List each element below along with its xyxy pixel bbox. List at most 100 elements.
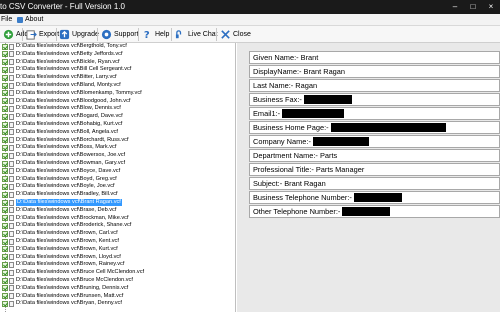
file-list-item[interactable]: D:\Data files\windows vcf\Bohabig, Kurt.… <box>2 121 122 128</box>
checkbox[interactable] <box>2 277 8 284</box>
checkbox[interactable] <box>2 113 8 120</box>
file-list-item[interactable]: D:\Data files\windows vcf\Brase, Deb.vcf <box>2 207 116 214</box>
minimize-icon[interactable]: – <box>446 0 464 14</box>
file-list-item-label: D:\Data files\windows vcf\Brown, Kurt.vc… <box>16 245 118 252</box>
file-list-item[interactable]: D:\Data files\windows vcf\Brockman, Mike… <box>2 215 129 222</box>
checkbox[interactable] <box>2 137 8 144</box>
file-list-item[interactable]: D:\Data files\windows vcf\Bryan, Denny.v… <box>2 300 122 307</box>
checkbox[interactable] <box>2 90 8 97</box>
file-list-item[interactable]: D:\Data files\windows vcf\Bickle, Ryan.v… <box>2 59 120 66</box>
about-icon <box>17 16 23 23</box>
file-list-item[interactable]: D:\Data files\windows vcf\Betty Jeffords… <box>2 51 123 58</box>
checkbox[interactable] <box>2 293 8 300</box>
file-list-item[interactable]: D:\Data files\windows vcf\Bogard, Dave.v… <box>2 113 123 120</box>
contact-field: Department Name:- Parts <box>249 149 500 162</box>
checkbox[interactable] <box>2 176 8 183</box>
checkbox[interactable] <box>2 269 8 276</box>
file-icon <box>9 183 14 190</box>
checkbox[interactable] <box>2 207 8 214</box>
file-list-item-label: D:\Data files\windows vcf\Bryan, Denny.v… <box>16 300 122 307</box>
checkbox[interactable] <box>2 168 8 175</box>
checkbox[interactable] <box>2 43 8 50</box>
file-list-item[interactable]: D:\Data files\windows vcf\Bergthold, Ton… <box>2 43 127 50</box>
file-list-item[interactable]: D:\Data files\windows vcf\Boyce, Dave.vc… <box>2 168 120 175</box>
checkbox[interactable] <box>2 261 8 268</box>
support-button[interactable]: Support <box>99 28 141 41</box>
file-list-item[interactable]: D:\Data files\windows vcf\Blomenkamp, To… <box>2 90 142 97</box>
file-list-item[interactable]: D:\Data files\windows vcf\Boyle, Joe.vcf <box>2 183 115 190</box>
file-list-item[interactable]: D:\Data files\windows vcf\Borchardt, Rus… <box>2 137 129 144</box>
checkbox[interactable] <box>2 121 8 128</box>
menu-about[interactable]: About <box>17 16 43 23</box>
file-list-item[interactable]: D:\Data files\windows vcf\Boll, Angela.v… <box>2 129 118 136</box>
file-list-item-label: D:\Data files\windows vcf\Bowman, Gary.v… <box>16 160 126 166</box>
checkbox[interactable] <box>2 129 8 136</box>
file-list-item[interactable]: D:\Data files\windows vcf\Brown, Kurt.vc… <box>2 246 118 253</box>
file-list-item-label: D:\Data files\windows vcf\Brant Ragan.vc… <box>16 199 122 206</box>
checkbox[interactable] <box>2 144 8 151</box>
live-chat-button[interactable]: Live Chat <box>173 28 220 41</box>
toolbar: Add Export Upgrade Support ? Help Live C… <box>0 26 500 43</box>
help-button[interactable]: ? Help <box>140 28 171 41</box>
checkbox[interactable] <box>2 74 8 81</box>
checkbox[interactable] <box>2 160 8 167</box>
file-list-item[interactable]: D:\Data files\windows vcf\Brant Ragan.vc… <box>2 199 122 206</box>
close-button[interactable]: Close <box>218 28 253 41</box>
checkbox[interactable] <box>2 254 8 261</box>
checkbox[interactable] <box>2 66 8 73</box>
add-icon <box>3 29 14 40</box>
checkbox[interactable] <box>2 230 8 237</box>
file-list-item[interactable]: D:\Data files\windows vcf\Bruce Cell McC… <box>2 269 144 276</box>
contact-field: Other Telephone Number:- <box>249 205 500 218</box>
file-list-item[interactable]: D:\Data files\windows vcf\Brown, Rainey.… <box>2 261 124 268</box>
file-list-item-label: D:\Data files\windows vcf\Bruning, Denni… <box>16 284 129 291</box>
contact-field-text: Email1:- <box>253 109 281 118</box>
checkbox[interactable] <box>2 246 8 253</box>
file-list-item[interactable]: D:\Data files\windows vcf\Bradley, Bill.… <box>2 191 118 198</box>
checkbox[interactable] <box>2 238 8 245</box>
file-list-item[interactable]: D:\Data files\windows vcf\Brown, Lloyd.v… <box>2 254 121 261</box>
file-list-item[interactable]: D:\Data files\windows vcf\Bitter, Larry.… <box>2 74 117 81</box>
file-list-item[interactable]: D:\Data files\windows vcf\Bland, Monty.v… <box>2 82 121 89</box>
support-button-label: Support <box>114 31 139 38</box>
file-list-item[interactable]: D:\Data files\windows vcf\Brown, Kent.vc… <box>2 238 119 245</box>
file-list-item[interactable]: D:\Data files\windows vcf\Blow, Dennis.v… <box>2 105 121 112</box>
file-list-item[interactable]: D:\Data files\windows vcf\Bowersox, Joe.… <box>2 152 125 159</box>
checkbox[interactable] <box>2 51 8 58</box>
checkbox[interactable] <box>2 222 8 229</box>
checkbox[interactable] <box>2 300 8 307</box>
file-list-item[interactable]: D:\Data files\windows vcf\Boyd, Greg.vcf <box>2 176 117 183</box>
file-list-item[interactable]: D:\Data files\windows vcf\Bill Cell Serg… <box>2 66 131 73</box>
file-list-item[interactable]: D:\Data files\windows vcf\Bloodgood, Joh… <box>2 98 130 105</box>
checkbox[interactable] <box>2 59 8 66</box>
checkbox[interactable] <box>2 152 8 159</box>
file-icon <box>9 51 14 58</box>
checkbox[interactable] <box>2 105 8 112</box>
checkbox[interactable] <box>2 82 8 89</box>
file-list-item[interactable]: D:\Data files\windows vcf\Brunsen, Matt.… <box>2 293 123 300</box>
checkbox[interactable] <box>2 285 8 292</box>
checkbox[interactable] <box>2 183 8 190</box>
file-list-item-label: D:\Data files\windows vcf\Bowersox, Joe.… <box>16 152 126 159</box>
file-list-item[interactable]: D:\Data files\windows vcf\Broderick, Sha… <box>2 222 131 229</box>
file-list-item[interactable]: D:\Data files\windows vcf\Bruce McClendo… <box>2 277 133 284</box>
window-close-icon[interactable]: × <box>482 0 500 14</box>
maximize-icon[interactable]: □ <box>464 0 482 14</box>
menu-file[interactable]: File <box>1 16 12 23</box>
file-list-item-label: D:\Data files\windows vcf\Boyce, Dave.vc… <box>16 167 121 174</box>
file-icon <box>9 137 14 144</box>
checkbox[interactable] <box>2 191 8 198</box>
file-list-item[interactable]: D:\Data files\windows vcf\Bowman, Gary.v… <box>2 160 125 167</box>
checkbox[interactable] <box>2 215 8 222</box>
upgrade-button[interactable]: Upgrade <box>57 28 101 41</box>
file-list-item[interactable]: D:\Data files\windows vcf\Brown, Carl.vc… <box>2 230 118 237</box>
checkbox[interactable] <box>2 199 8 206</box>
checkbox[interactable] <box>2 98 8 105</box>
file-tree[interactable]: D:\Data files\windows vcf\Bergthold, Ton… <box>0 43 236 312</box>
contact-field: Business Telephone Number:- <box>249 191 500 204</box>
file-list-item-label: D:\Data files\windows vcf\Boyd, Greg.vcf <box>16 175 117 182</box>
file-list-item[interactable]: D:\Data files\windows vcf\Bruning, Denni… <box>2 285 128 292</box>
file-list-item[interactable]: D:\Data files\windows vcf\Boss, Mark.vcf <box>2 144 116 151</box>
file-icon <box>9 215 14 222</box>
file-list-item-label: D:\Data files\windows vcf\Bickle, Ryan.v… <box>16 58 120 65</box>
